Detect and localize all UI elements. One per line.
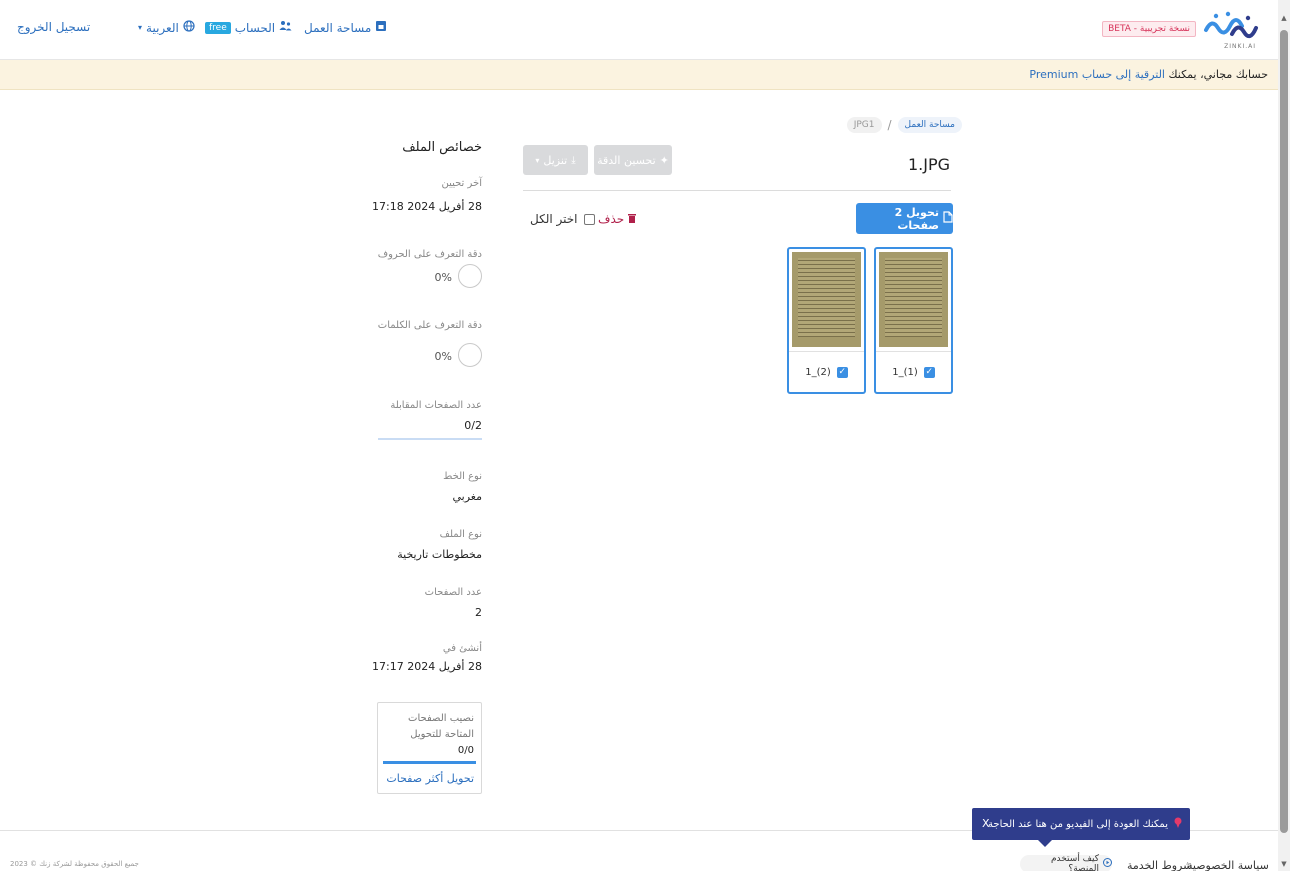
copyright-text: جميع الحقوق محفوظة لشركة زنك © 2023	[10, 860, 139, 868]
get-more-pages-link[interactable]: تحويل أكثر صفحات	[386, 772, 474, 785]
quota-value: 0/0	[457, 745, 474, 756]
banner-text: حسابك مجاني، يمكنك	[1168, 68, 1269, 81]
chevron-down-icon: ▾	[535, 155, 540, 165]
video-tooltip-toast: يمكنك العودة إلى الفيديو من هنا عند الحا…	[972, 808, 1190, 847]
file-type-label: نوع الملف	[439, 529, 482, 540]
file-title: 1.JPG	[907, 155, 950, 174]
how-to-use-button[interactable]: كيف أستخدم المنصة؟	[1020, 854, 1112, 871]
beta-badge: BETA - نسخة تجريبية	[1102, 21, 1196, 37]
banner-message: حسابك مجاني، يمكنك الترقية إلى حساب Prem…	[1029, 68, 1268, 81]
breadcrumb-separator: /	[887, 118, 892, 132]
char-accuracy-label: دقة التعرف على الحروف	[377, 249, 482, 260]
thumbnail-footer: 1_(1) ✓	[876, 351, 951, 392]
scrollbar-thumb[interactable]	[1280, 30, 1288, 833]
scroll-down-icon[interactable]: ▼	[1280, 860, 1288, 868]
select-all-label: اختر الكل	[530, 212, 578, 226]
properties-title: خصائص الملف	[402, 140, 482, 155]
logout-link[interactable]: تسجيل الخروج	[17, 20, 90, 34]
account-menu[interactable]: free الحساب	[205, 20, 292, 35]
folder-icon	[375, 20, 387, 35]
created-value: 28 أفريل 2024 17:17	[372, 660, 482, 673]
toolbar-divider	[523, 190, 951, 191]
delete-label: حذف	[598, 212, 625, 226]
app-logo[interactable]: BETA - نسخة تجريبية ZINKI.AI	[1102, 10, 1260, 50]
download-icon: ⤓	[571, 154, 576, 166]
user-group-icon	[279, 20, 292, 35]
thumbnail-footer: 1_(2) ✓	[789, 351, 864, 392]
progress-ring-icon	[458, 343, 482, 367]
select-all-checkbox[interactable]: اختر الكل	[530, 212, 595, 226]
chevron-down-icon: ▾	[138, 23, 143, 32]
how-to-label: كيف أستخدم المنصة؟	[1050, 854, 1099, 871]
manuscript-page-image	[792, 252, 861, 347]
language-label: العربية	[146, 20, 179, 35]
globe-icon	[183, 20, 195, 35]
script-type-label: نوع الخط	[443, 471, 482, 482]
scroll-up-icon[interactable]: ▲	[1280, 14, 1288, 22]
terms-link[interactable]: شروط الخدمة	[1127, 859, 1192, 871]
thumbnail-label: 1_(1)	[892, 366, 918, 378]
upgrade-link[interactable]: الترقية إلى حساب Premium	[1029, 68, 1165, 81]
delete-button[interactable]: حذف	[598, 212, 637, 226]
word-accuracy-value: 0%	[434, 350, 452, 363]
checkbox-checked-icon[interactable]: ✓	[836, 366, 848, 378]
matched-pages-bar	[378, 438, 482, 440]
page-thumbnail[interactable]: 1_(1) ✓	[874, 247, 953, 394]
close-icon[interactable]: X	[982, 817, 990, 830]
play-icon	[1103, 858, 1112, 870]
last-update-value: 28 أفريل 2024 17:18	[372, 200, 482, 213]
logo-subtitle: ZINKI.AI	[1224, 43, 1256, 50]
char-accuracy-value: 0%	[434, 271, 452, 284]
progress-ring-icon	[458, 264, 482, 288]
convert-label: تحويل 2 صفحات	[894, 205, 939, 232]
created-label: أنشئ في	[442, 643, 482, 654]
download-label: تنزيل	[543, 153, 568, 167]
pin-icon	[1174, 817, 1182, 831]
language-selector[interactable]: ▾ العربية	[138, 20, 195, 35]
thumbnail-label: 1_(2)	[805, 366, 831, 378]
breadcrumb-current: JPG1	[846, 117, 882, 133]
matched-pages-value: 0/2	[464, 419, 482, 432]
sparkle-icon: ✦	[659, 153, 669, 167]
manuscript-page-image	[879, 252, 948, 347]
page-thumbnail[interactable]: 1_(2) ✓	[787, 247, 866, 394]
matched-pages-label: عدد الصفحات المقابلة	[390, 400, 482, 411]
breadcrumb: مساحة العمل / JPG1	[846, 117, 962, 133]
toast-text: يمكنك العودة إلى الفيديو من هنا عند الحا…	[988, 818, 1168, 830]
workspace-label: مساحة العمل	[304, 20, 372, 35]
upgrade-banner: حسابك مجاني، يمكنك الترقية إلى حساب Prem…	[0, 60, 1278, 90]
enhance-button[interactable]: تحسين الدقة ✦	[594, 145, 672, 175]
vertical-scrollbar[interactable]: ▲ ▼	[1278, 0, 1290, 871]
zinki-logo: ZINKI.AI	[1202, 10, 1260, 50]
download-button[interactable]: ▾ تنزيل ⤓	[523, 145, 588, 175]
privacy-link[interactable]: سياسة الخصوصية	[1187, 859, 1269, 871]
quota-box: نصيب الصفحات المتاحة للتحويل 0/0 تحويل أ…	[377, 702, 482, 794]
top-bar: تسجيل الخروج ▾ العربية free الحساب مساحة…	[0, 0, 1278, 60]
page-count-label: عدد الصفحات	[424, 587, 482, 598]
convert-pages-button[interactable]: تحويل 2 صفحات	[856, 203, 953, 234]
script-type-value: مغربي	[452, 490, 483, 503]
account-label: الحساب	[234, 20, 276, 35]
last-update-label: آخر تحيين	[441, 178, 482, 189]
free-badge: free	[205, 21, 231, 34]
file-type-value: مخطوطات تاريخية	[397, 548, 482, 561]
checkbox-checked-icon[interactable]: ✓	[923, 366, 935, 378]
quota-progress-bar	[383, 761, 476, 764]
checkbox-empty-icon	[583, 213, 595, 225]
word-accuracy-label: دقة التعرف على الكلمات	[377, 320, 482, 331]
workspace-link[interactable]: مساحة العمل	[304, 20, 387, 35]
page-count-value: 2	[475, 606, 482, 619]
breadcrumb-workspace[interactable]: مساحة العمل	[897, 117, 962, 133]
enhance-label: تحسين الدقة	[597, 153, 656, 167]
trash-icon	[628, 212, 637, 226]
document-icon	[943, 211, 953, 226]
quota-label: نصيب الصفحات المتاحة للتحويل	[408, 713, 474, 740]
